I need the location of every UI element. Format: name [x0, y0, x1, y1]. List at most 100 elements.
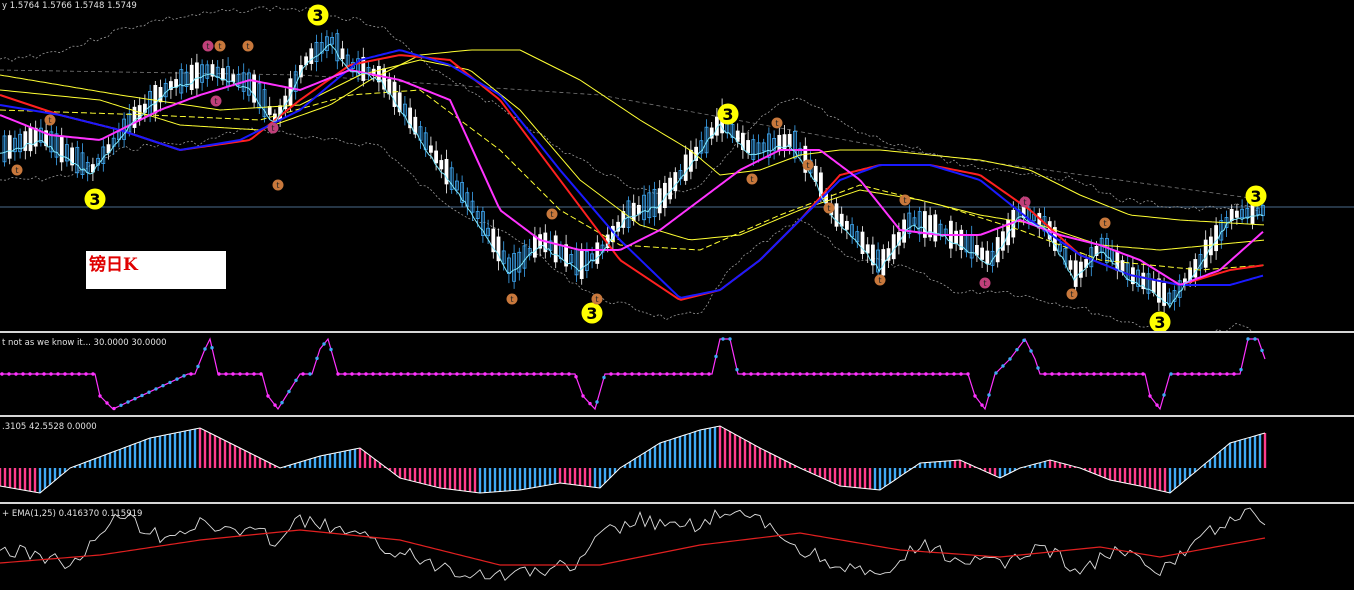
indicator-pane-1[interactable]: t not as we know it... 30.0000 30.0000 [0, 334, 1354, 415]
indicator-1-label: t not as we know it... 30.0000 30.0000 [2, 338, 167, 348]
signal-dot [266, 394, 270, 398]
svg-text:t: t [246, 42, 249, 51]
signal-dot [1211, 372, 1215, 376]
small-marker: t [202, 40, 214, 52]
signal-dot [252, 372, 256, 376]
signal-dot [203, 347, 207, 351]
signal-dot [364, 372, 368, 376]
signal-dot [147, 390, 151, 394]
signal-dot [714, 354, 718, 359]
signal-dot [1106, 372, 1110, 376]
signal-dot [511, 372, 515, 376]
oscillator-line [0, 507, 1266, 582]
signal-dot [770, 372, 774, 376]
svg-text:3: 3 [722, 105, 733, 124]
signal-dot [833, 372, 837, 376]
signal-dot [602, 375, 606, 380]
svg-text:t: t [218, 42, 221, 51]
signal-dot [924, 372, 928, 376]
svg-text:t: t [1103, 219, 1106, 228]
svg-text:t: t [271, 124, 274, 133]
signal-dot [966, 372, 970, 376]
signal-dot [385, 372, 389, 376]
signal-dot [595, 400, 599, 404]
pane-separator-2[interactable] [0, 415, 1354, 417]
svg-text:t: t [206, 42, 209, 51]
svg-text:3: 3 [586, 304, 597, 323]
svg-text:t: t [595, 295, 598, 304]
signal-dot [497, 372, 501, 376]
signal-dot [742, 372, 746, 376]
signal-dot [560, 372, 564, 376]
signal-dot [189, 372, 193, 376]
indicator-pane-3[interactable]: + EMA(1,25) 0.416370 0.115919 [0, 505, 1354, 590]
svg-text:t: t [983, 279, 986, 288]
small-marker: t [242, 40, 254, 52]
svg-text:3: 3 [1250, 187, 1261, 206]
signal-dot [315, 356, 319, 361]
signal-dot [1183, 372, 1187, 376]
signal-dot [301, 372, 305, 376]
signal-dot [154, 387, 158, 391]
indicator-2-canvas [0, 425, 1267, 494]
svg-text:t: t [903, 196, 906, 205]
indicator-pane-2[interactable]: .3105 42.5528 0.0000 [0, 418, 1354, 502]
signal-dot [126, 400, 130, 404]
pane-separator-3[interactable] [0, 502, 1354, 504]
signal-dot [798, 372, 802, 376]
signal-dot [294, 378, 298, 383]
signal-dot [406, 372, 410, 376]
signal-dot [686, 372, 690, 376]
wave-3-marker: 3 [84, 188, 106, 210]
small-marker: t [44, 114, 56, 126]
svg-text:t: t [1023, 198, 1026, 207]
price-chart-pane[interactable]: 333333ttttttttttttttttttttt y 1.5764 1.5… [0, 0, 1354, 331]
signal-dot [196, 364, 200, 369]
signal-dot [840, 372, 844, 376]
signal-dot [581, 394, 585, 398]
signal-dot [707, 372, 711, 376]
signal-dot [7, 372, 11, 376]
signal-dot [308, 372, 312, 376]
signal-dot [952, 372, 956, 376]
signal-dot [1190, 372, 1194, 376]
signal-dot [105, 401, 109, 405]
signal-dot [651, 372, 655, 376]
signal-dot [238, 372, 242, 376]
svg-text:t: t [550, 210, 553, 219]
wave-3-marker: 3 [717, 103, 739, 125]
signal-dot [938, 372, 942, 376]
signal-dot [1001, 364, 1005, 368]
signal-dot [504, 372, 508, 376]
signal-dot [861, 372, 865, 376]
signal-dot [756, 372, 760, 376]
signal-dot [427, 372, 431, 376]
svg-text:t: t [276, 181, 279, 190]
ema-line [0, 529, 1266, 566]
signal-dot [882, 372, 886, 376]
pane-separator-1[interactable] [0, 331, 1354, 333]
small-marker: t [823, 202, 835, 214]
signal-dot [609, 372, 613, 376]
signal-dot [637, 372, 641, 376]
signal-dot [357, 372, 361, 376]
signal-dot [462, 372, 466, 376]
signal-dot [161, 383, 165, 388]
signal-dot [98, 394, 102, 398]
signal-dot [567, 372, 571, 376]
svg-text:t: t [1070, 290, 1073, 299]
signal-dot [847, 372, 851, 376]
yellow-ma-2 [0, 59, 1265, 251]
signal-dot [210, 346, 214, 350]
small-marker: t [546, 208, 558, 220]
signal-dot [1050, 372, 1054, 376]
signal-dot [1169, 372, 1173, 376]
signal-dot [133, 397, 137, 401]
small-marker: t [771, 117, 783, 129]
signal-dot [378, 372, 382, 376]
wave-3-marker: 3 [1149, 311, 1171, 331]
indicator-2-label: .3105 42.5528 0.0000 [2, 422, 97, 432]
signal-dot [483, 372, 487, 376]
signal-dot [392, 372, 396, 376]
signal-dot [1162, 393, 1166, 397]
